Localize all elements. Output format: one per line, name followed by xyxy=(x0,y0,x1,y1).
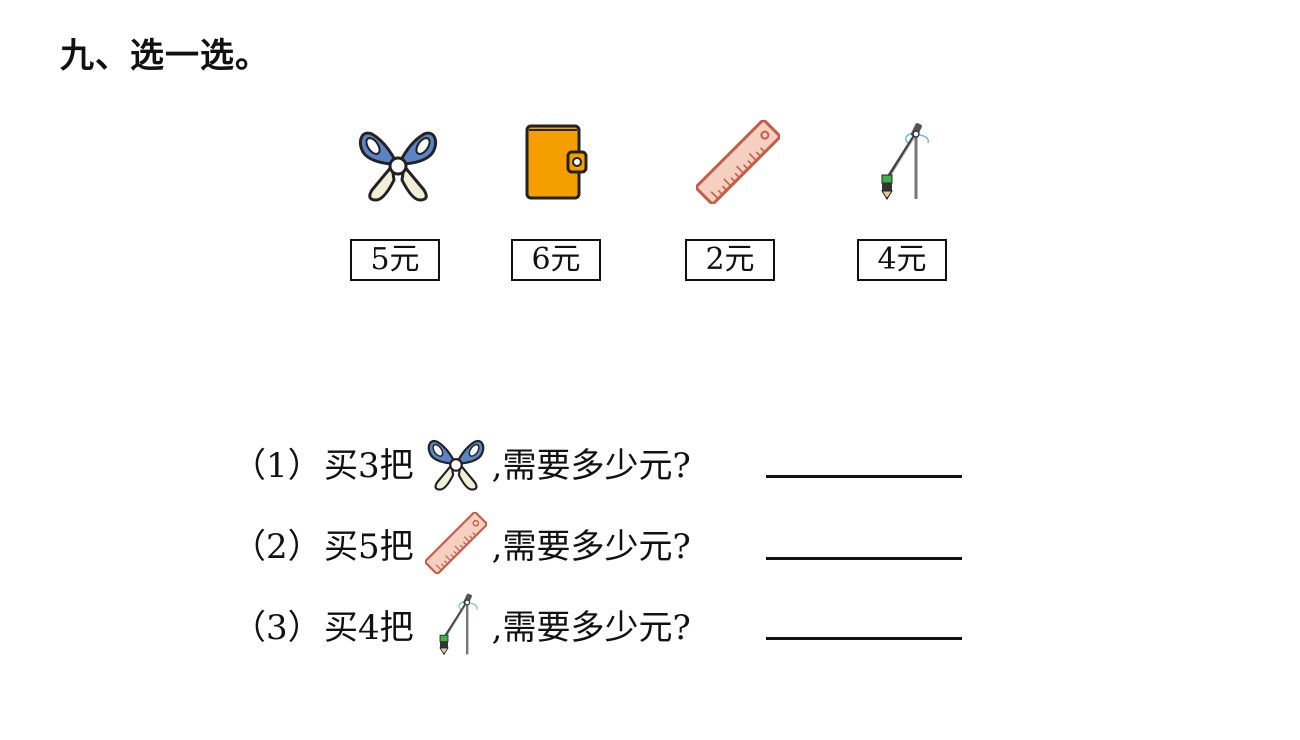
question-number: （2） xyxy=(232,526,322,567)
ruler-icon xyxy=(420,508,492,578)
compass-icon xyxy=(420,589,492,659)
compass-icon xyxy=(872,118,932,204)
question-buy-text: 买3把 xyxy=(324,445,414,486)
question-number: （3） xyxy=(232,607,322,648)
ruler-icon xyxy=(696,120,780,204)
price-box-scissors: 5元 xyxy=(350,239,440,281)
question-number: （1） xyxy=(232,445,322,486)
scissors-icon xyxy=(420,427,492,497)
question-ask-text: ,需要多少元? xyxy=(491,526,691,567)
question-ask-text: ,需要多少元? xyxy=(491,607,691,648)
question-2: （2） 买5把 ,需要多少元? xyxy=(232,508,691,578)
scissors-icon xyxy=(358,120,438,204)
page-title: 九、选一选。 xyxy=(60,36,270,76)
question-buy-text: 买5把 xyxy=(324,526,414,567)
answer-blank-1[interactable] xyxy=(766,475,962,478)
answer-blank-3[interactable] xyxy=(766,637,962,640)
question-1: （1） 买3把 ,需要多少元? xyxy=(232,427,691,497)
question-buy-text: 买4把 xyxy=(324,607,414,648)
question-3: （3） 买4把 ,需要多少元? xyxy=(232,589,691,659)
price-box-wallet: 6元 xyxy=(511,239,601,281)
price-box-compass: 4元 xyxy=(857,239,947,281)
answer-blank-2[interactable] xyxy=(766,557,962,560)
question-ask-text: ,需要多少元? xyxy=(491,445,691,486)
price-box-ruler: 2元 xyxy=(685,239,775,281)
wallet-icon xyxy=(524,122,588,202)
